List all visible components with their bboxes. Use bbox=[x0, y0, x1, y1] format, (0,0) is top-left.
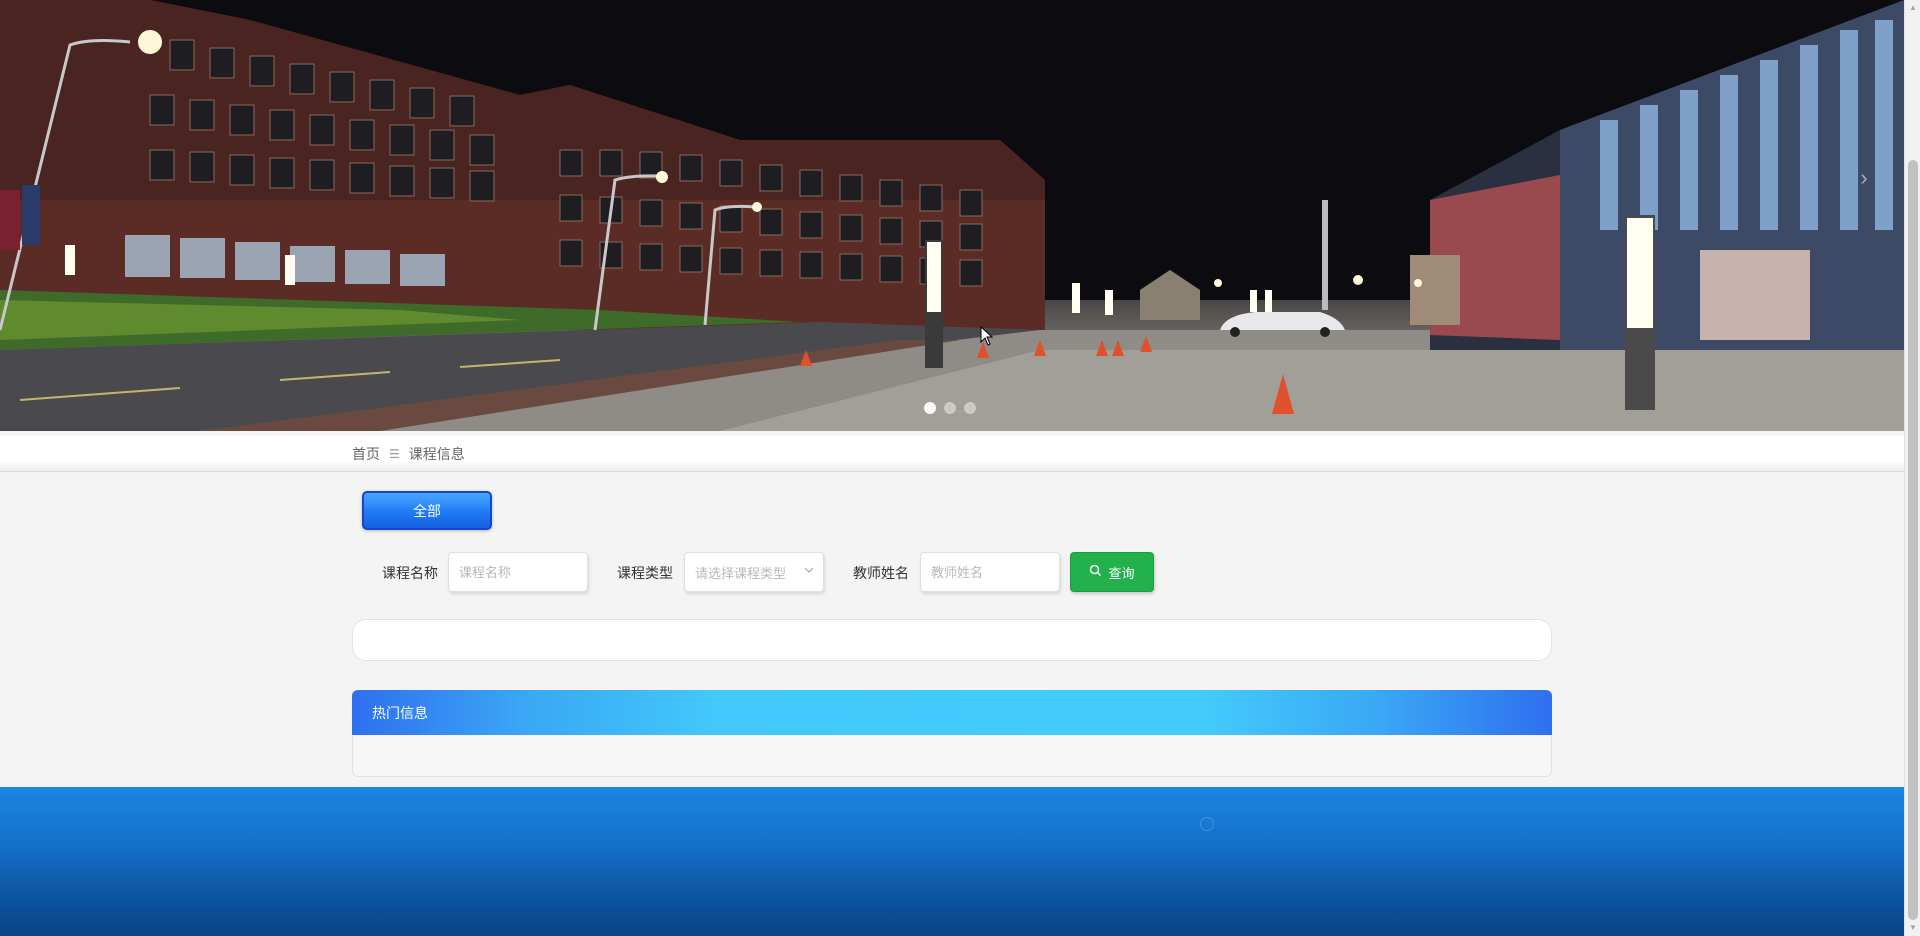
hot-info-title: 热门信息 bbox=[372, 704, 428, 721]
scroll-up-arrow-icon[interactable]: ▲ bbox=[1905, 0, 1920, 16]
search-button-label: 查询 bbox=[1108, 565, 1135, 581]
course-name-label: 课程名称 bbox=[382, 565, 438, 581]
carousel-indicators bbox=[924, 402, 976, 414]
scroll-down-arrow-icon[interactable]: ▼ bbox=[1905, 920, 1920, 936]
carousel-dot-3[interactable] bbox=[964, 402, 976, 414]
breadcrumb-current: 课程信息 bbox=[408, 446, 465, 462]
search-icon bbox=[1089, 564, 1102, 580]
course-type-label: 课程类型 bbox=[617, 565, 673, 581]
course-type-placeholder: 请选择课程类型 bbox=[695, 565, 787, 581]
breadcrumb-bar: 首页 ☰ 课程信息 bbox=[0, 436, 1904, 472]
course-type-select[interactable]: 请选择课程类型 bbox=[684, 552, 824, 592]
hot-info-header: 热门信息 bbox=[352, 690, 1552, 735]
carousel-dot-1[interactable] bbox=[924, 402, 936, 414]
teacher-name-label: 教师姓名 bbox=[853, 565, 909, 581]
course-name-input[interactable] bbox=[448, 552, 588, 592]
breadcrumb-home-link[interactable]: 首页 bbox=[352, 444, 380, 464]
chevron-down-icon bbox=[803, 564, 815, 579]
footer-decoration bbox=[1200, 817, 1214, 831]
campus-night-photo bbox=[0, 0, 1904, 431]
banner-carousel[interactable]: › bbox=[0, 0, 1904, 431]
hot-info-body bbox=[352, 735, 1552, 777]
teacher-name-input[interactable] bbox=[920, 552, 1060, 592]
page-footer bbox=[0, 787, 1904, 936]
category-all-button[interactable]: 全部 bbox=[362, 491, 492, 530]
scrollbar-thumb[interactable] bbox=[1908, 160, 1918, 920]
carousel-next-arrow[interactable]: › bbox=[1852, 166, 1876, 190]
course-list-panel bbox=[352, 619, 1552, 661]
carousel-dot-2[interactable] bbox=[944, 402, 956, 414]
page-scrollbar[interactable]: ▲ ▼ bbox=[1904, 0, 1920, 936]
search-button[interactable]: 查询 bbox=[1070, 552, 1154, 592]
breadcrumb-separator-icon: ☰ bbox=[389, 447, 400, 461]
breadcrumb: 首页 ☰ 课程信息 bbox=[352, 436, 465, 472]
